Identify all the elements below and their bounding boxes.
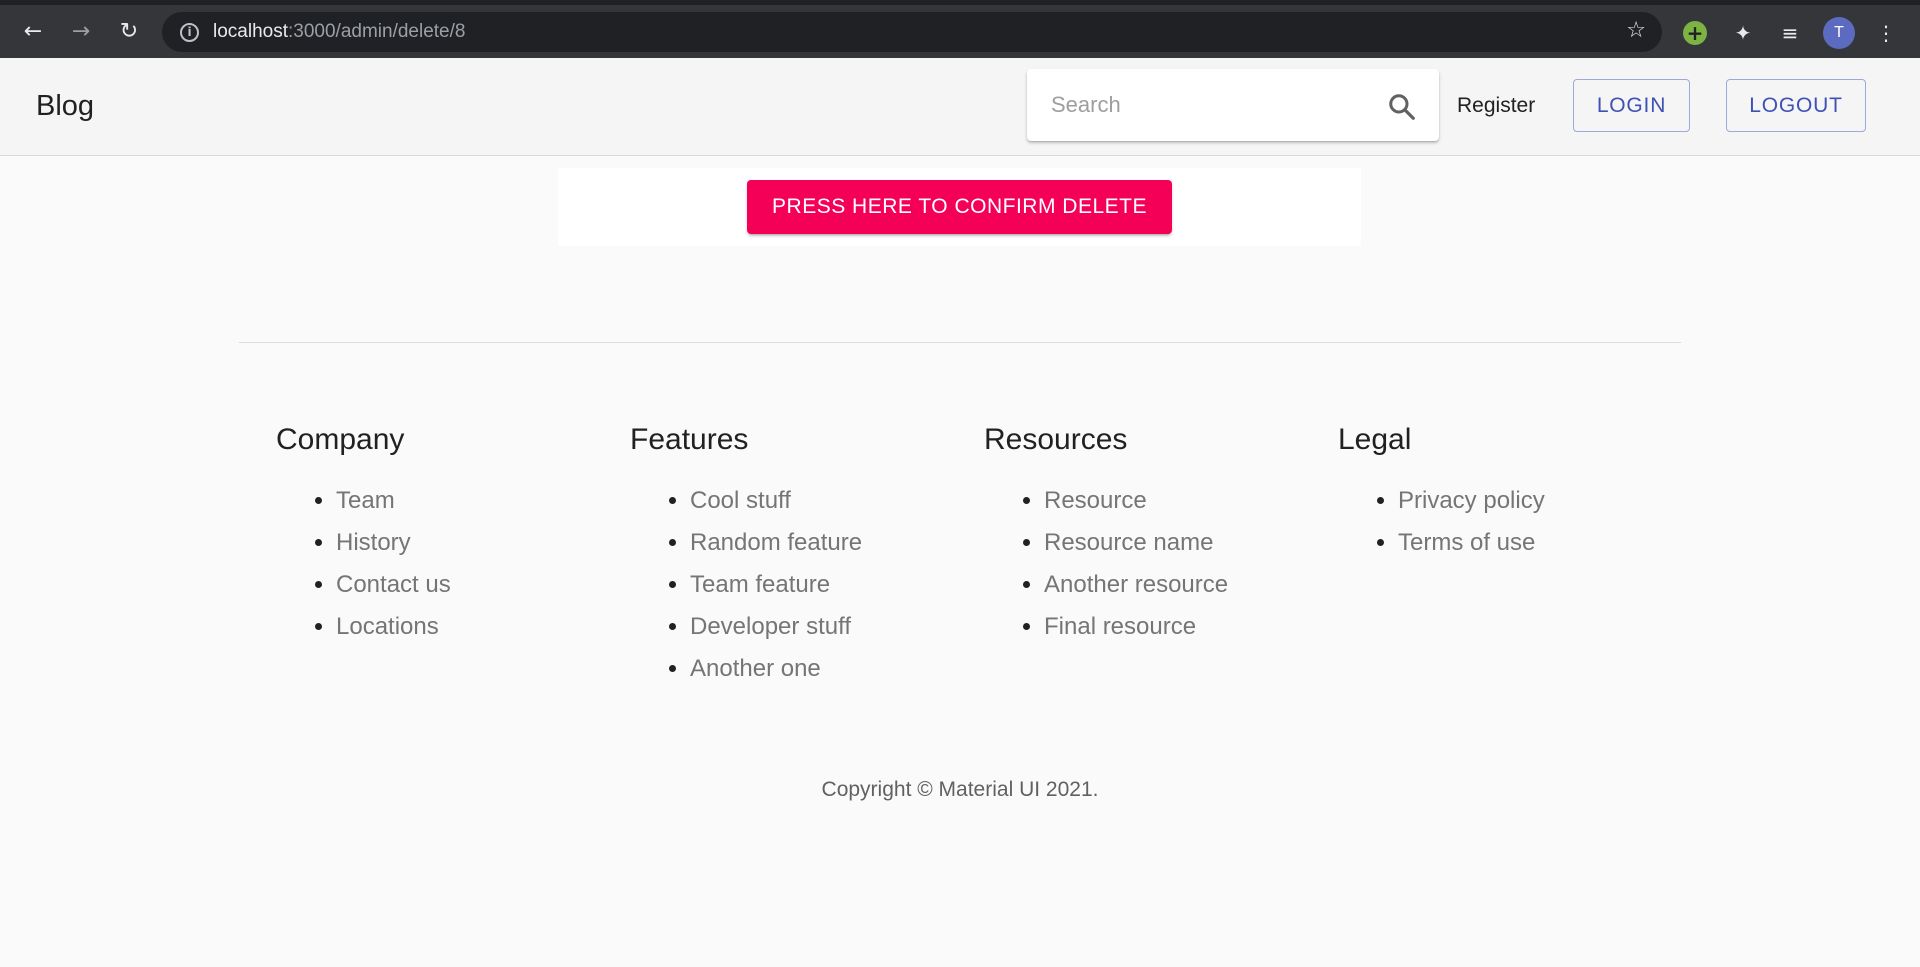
register-link[interactable]: Register xyxy=(1457,94,1535,118)
copyright-text: Copyright © Material UI 2021. xyxy=(821,778,1099,801)
footer-link-item[interactable]: Privacy policy xyxy=(1398,480,1545,522)
login-button[interactable]: LOGIN xyxy=(1573,79,1690,132)
media-queue-icon[interactable]: ≡ xyxy=(1776,19,1804,47)
footer-link-item[interactable]: Team xyxy=(336,480,451,522)
forward-arrow-icon[interactable]: → xyxy=(64,14,98,48)
footer-link-item[interactable]: Resource name xyxy=(1044,522,1228,564)
footer-link-item[interactable]: Developer stuff xyxy=(690,606,862,648)
address-bar[interactable]: i localhost:3000/admin/delete/8 ☆ xyxy=(162,12,1662,52)
footer-link-item[interactable]: Another resource xyxy=(1044,564,1228,606)
footer-link-item[interactable]: Terms of use xyxy=(1398,522,1545,564)
footer-column-resources: Resources Resource Resource name Another… xyxy=(984,418,1228,648)
profile-avatar[interactable]: T xyxy=(1823,17,1855,49)
extension-plus-icon[interactable]: + xyxy=(1683,21,1707,45)
footer-heading: Resources xyxy=(984,423,1128,456)
footer-link-item[interactable]: Final resource xyxy=(1044,606,1228,648)
footer-column-legal: Legal Privacy policy Terms of use xyxy=(1338,418,1545,564)
browser-menu-icon[interactable]: ⋮ xyxy=(1872,19,1900,47)
footer-column-features: Features Cool stuff Random feature Team … xyxy=(630,418,862,690)
brand-title[interactable]: Blog xyxy=(36,90,94,123)
footer-heading: Company xyxy=(276,423,405,456)
footer-link-item[interactable]: Another one xyxy=(690,648,862,690)
footer-link-item[interactable]: Contact us xyxy=(336,564,451,606)
logout-button[interactable]: LOGOUT xyxy=(1726,79,1866,132)
confirm-delete-button[interactable]: PRESS HERE TO CONFIRM DELETE xyxy=(747,180,1172,234)
search-icon[interactable] xyxy=(1387,92,1417,122)
url-path: :3000/admin/delete/8 xyxy=(288,21,466,42)
footer-heading: Features xyxy=(630,423,749,456)
reload-icon[interactable]: ↻ xyxy=(112,14,146,48)
app-bar: Blog Register LOGIN LOGOUT xyxy=(0,58,1920,156)
extensions-puzzle-icon[interactable]: ✦ xyxy=(1729,19,1757,47)
footer-link-item[interactable]: Random feature xyxy=(690,522,862,564)
back-arrow-icon[interactable]: ← xyxy=(16,14,50,48)
url-host: localhost xyxy=(213,21,288,42)
site-info-icon[interactable]: i xyxy=(180,22,199,42)
footer-heading: Legal xyxy=(1338,423,1412,456)
bookmark-star-icon[interactable]: ☆ xyxy=(1626,18,1646,43)
footer-link-item[interactable]: Cool stuff xyxy=(690,480,862,522)
footer-link-item[interactable]: Resource xyxy=(1044,480,1228,522)
footer-link-item[interactable]: History xyxy=(336,522,451,564)
footer-divider xyxy=(239,342,1681,343)
footer-link-item[interactable]: Locations xyxy=(336,606,451,648)
search-input[interactable] xyxy=(1051,69,1371,141)
search-box xyxy=(1027,69,1439,141)
browser-toolbar: ← → ↻ i localhost:3000/admin/delete/8 ☆ … xyxy=(0,0,1920,58)
footer-link-item[interactable]: Team feature xyxy=(690,564,862,606)
confirm-panel: PRESS HERE TO CONFIRM DELETE xyxy=(558,168,1361,246)
footer-column-company: Company Team History Contact us Location… xyxy=(276,418,451,648)
